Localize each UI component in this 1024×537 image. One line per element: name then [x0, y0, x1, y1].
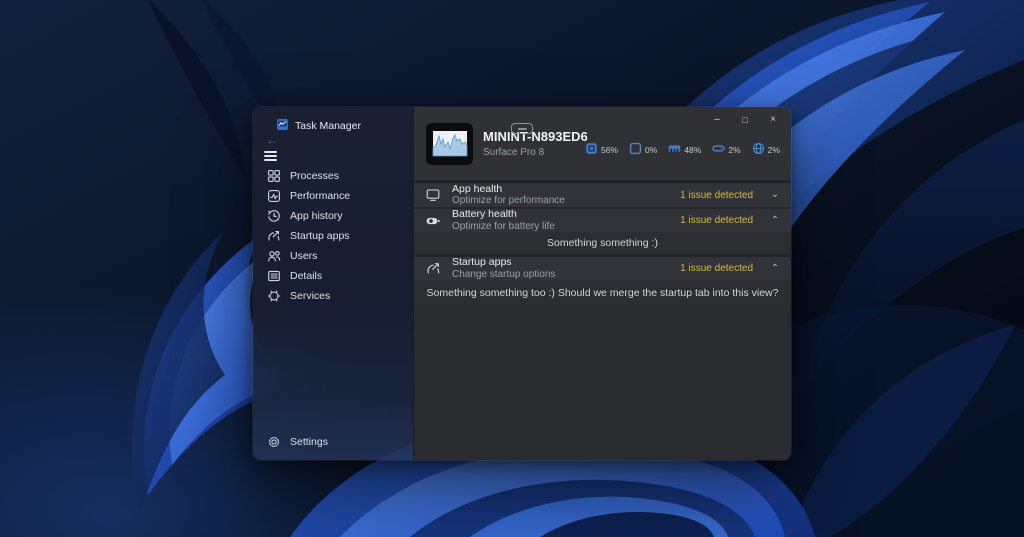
device-stats: 56% 0% 48% — [585, 142, 791, 155]
device-name: MININT-N893ED6 — [483, 129, 585, 144]
device-thumbnail — [426, 123, 473, 165]
row-subtitle: Optimize for performance — [452, 195, 680, 206]
grid-icon — [267, 169, 281, 183]
chevron-down-icon[interactable]: ⌄ — [767, 190, 783, 200]
device-model: Surface Pro 8 — [483, 147, 585, 158]
sidebar-item-label: Processes — [290, 170, 339, 182]
list-icon — [267, 269, 281, 283]
sidebar-item-label: App history — [290, 210, 343, 222]
content-empty-area — [414, 305, 791, 460]
users-icon — [267, 249, 281, 263]
back-button[interactable]: ← — [263, 133, 281, 147]
sidebar-item-label: Details — [290, 270, 322, 282]
sidebar-item-app-history[interactable]: App history — [253, 206, 413, 226]
hamburger-menu-icon[interactable] — [264, 149, 282, 163]
maximize-button[interactable]: □ — [731, 109, 759, 130]
history-icon — [267, 209, 281, 223]
expanded-text: Something something too :) Should we mer… — [427, 287, 779, 299]
row-title: App health — [452, 184, 680, 196]
sidebar-item-settings[interactable]: Settings — [253, 432, 413, 452]
expanded-text: Something something :) — [547, 237, 658, 249]
sidebar: Task Manager ← Processes Performance — [253, 107, 413, 460]
memory-icon — [668, 142, 681, 155]
sidebar-item-startup-apps[interactable]: Startup apps — [253, 226, 413, 246]
row-title: Battery health — [452, 209, 680, 221]
battery-health-expanded-panel: Something something :) — [414, 232, 791, 254]
pulse-icon — [267, 189, 281, 203]
stat-cpu: 56% — [585, 142, 618, 155]
row-subtitle: Change startup options — [452, 269, 680, 280]
network-globe-icon — [752, 142, 765, 155]
sidebar-item-services[interactable]: Services — [253, 286, 413, 306]
chevron-up-icon[interactable]: ⌃ — [767, 264, 783, 274]
health-row-app-health[interactable]: App health Optimize for performance 1 is… — [414, 183, 791, 207]
chevron-up-icon[interactable]: ⌃ — [767, 216, 783, 226]
stat-disk: 2% — [712, 142, 740, 155]
close-button[interactable]: × — [759, 109, 787, 130]
main-panel: MININT-N893ED6 Surface Pro 8 56% — [413, 107, 791, 460]
app-titlebar: Task Manager — [277, 117, 361, 135]
stat-network: 2% — [752, 142, 780, 155]
stat-value: 48% — [684, 145, 701, 155]
gpu-icon — [629, 142, 642, 155]
services-icon — [267, 289, 281, 303]
status-badge: 1 issue detected — [680, 215, 753, 226]
app-title: Task Manager — [295, 120, 361, 132]
monitor-icon — [414, 187, 452, 203]
disk-icon — [712, 142, 725, 155]
stat-value: 2% — [768, 145, 780, 155]
gear-icon — [267, 435, 281, 449]
status-badge: 1 issue detected — [680, 190, 753, 201]
sidebar-item-users[interactable]: Users — [253, 246, 413, 266]
sidebar-item-label: Performance — [290, 190, 350, 202]
task-manager-window: – □ × Task Manager ← Processes — [253, 107, 791, 460]
sidebar-item-details[interactable]: Details — [253, 266, 413, 286]
stat-gpu: 0% — [629, 142, 657, 155]
sidebar-item-label: Users — [290, 250, 317, 262]
startup-gauge-icon — [414, 261, 452, 276]
status-badge: 1 issue detected — [680, 263, 753, 274]
stat-value: 0% — [645, 145, 657, 155]
sidebar-item-processes[interactable]: Processes — [253, 166, 413, 186]
startup-apps-expanded-panel: Something something too :) Should we mer… — [414, 280, 791, 305]
window-controls: – □ × — [703, 109, 787, 130]
row-title: Startup apps — [452, 257, 680, 269]
sidebar-item-label: Services — [290, 290, 330, 302]
stat-value: 56% — [601, 145, 618, 155]
battery-saver-icon — [414, 213, 452, 229]
sidebar-item-label: Startup apps — [290, 230, 350, 242]
preview-build-pill — [511, 123, 533, 134]
cpu-icon — [585, 142, 598, 155]
stat-memory: 48% — [668, 142, 701, 155]
settings-label: Settings — [290, 436, 328, 448]
health-row-battery-health[interactable]: Battery health Optimize for battery life… — [414, 209, 791, 232]
sidebar-nav: Processes Performance App history — [253, 166, 413, 306]
desktop: – □ × Task Manager ← Processes — [0, 0, 1024, 537]
sidebar-item-performance[interactable]: Performance — [253, 186, 413, 206]
gauge-icon — [267, 229, 281, 243]
row-subtitle: Optimize for battery life — [452, 221, 680, 232]
stat-value: 2% — [728, 145, 740, 155]
health-row-startup-apps[interactable]: Startup apps Change startup options 1 is… — [414, 257, 791, 280]
minimize-button[interactable]: – — [703, 109, 731, 130]
